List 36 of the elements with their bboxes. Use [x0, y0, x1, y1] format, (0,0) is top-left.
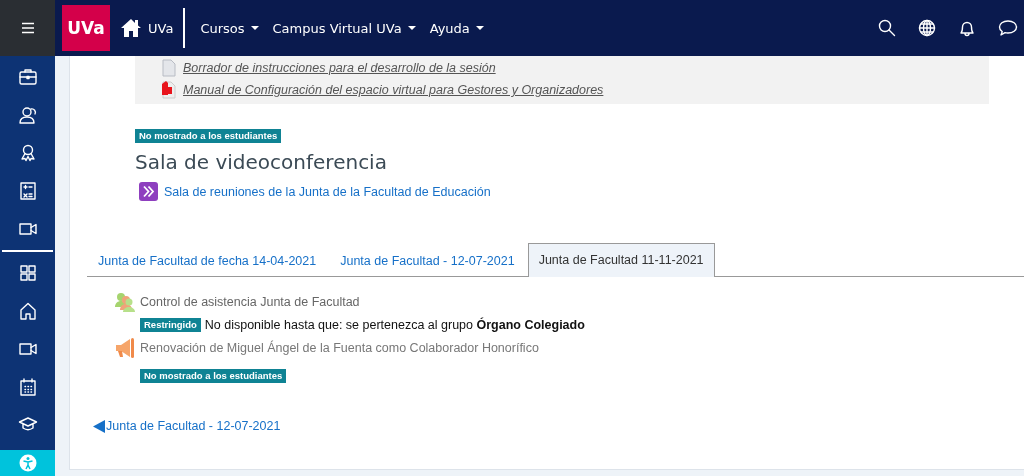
document-icon [161, 59, 177, 77]
chat-icon[interactable] [998, 19, 1018, 37]
resource-link[interactable]: Manual de Configuración del espacio virtual para Gestores y Organizadores [183, 83, 604, 97]
nav-menu[interactable]: Ayuda [424, 20, 489, 36]
restriction-text: No disponible hasta que: se pertenezca al grupo Órgano Colegiado [204, 318, 585, 332]
users-icon[interactable] [17, 105, 38, 125]
resource-link[interactable]: Borrador de instrucciones para el desarrollo de la sesión [183, 61, 496, 75]
menu-icon[interactable] [20, 22, 35, 34]
chevron-icon [139, 182, 158, 201]
activity-link[interactable]: Sala de reuniones de la Junta de la Facultad de Educación [164, 184, 491, 199]
announcement-link[interactable]: Renovación de Miguel Ángel de la Fuenta como Colaborador Honorífico [140, 341, 539, 355]
grid-icon[interactable] [17, 263, 38, 283]
calculator-icon[interactable] [17, 181, 38, 201]
tab[interactable]: Junta de Facultad - 12-07-2021 [329, 243, 526, 277]
left-arrow-icon[interactable] [93, 419, 105, 433]
home-icon[interactable] [17, 301, 38, 321]
tab[interactable]: Junta de Facultad 11-11-2021 [527, 243, 715, 277]
calendar-icon[interactable] [17, 377, 38, 397]
logo[interactable]: UVa [62, 5, 110, 51]
previous-section-link[interactable]: Junta de Facultad - 12-07-2021 [106, 419, 281, 433]
section-title: Sala de videoconferencia [135, 150, 388, 174]
globe-icon[interactable] [918, 19, 936, 37]
restricted-badge: Restringido [140, 318, 201, 332]
tab[interactable]: Junta de Facultad de fecha 14-04-2021 [87, 243, 328, 277]
briefcase-icon[interactable] [17, 67, 38, 87]
megaphone-icon [114, 337, 136, 359]
search-icon[interactable] [878, 19, 896, 37]
home-icon[interactable] [120, 18, 142, 38]
nav-menu[interactable]: Cursos [195, 20, 264, 36]
pdf-icon [161, 81, 177, 99]
home-link[interactable]: UVa [148, 20, 174, 36]
nav-menu[interactable]: Campus Virtual UVa [267, 20, 421, 36]
people-icon [114, 291, 136, 313]
activity-link[interactable]: Control de asistencia Junta de Facultad [140, 295, 360, 309]
status-badge: No mostrado a los estudiantes [135, 129, 282, 143]
status-badge: No mostrado a los estudiantes [140, 369, 287, 383]
